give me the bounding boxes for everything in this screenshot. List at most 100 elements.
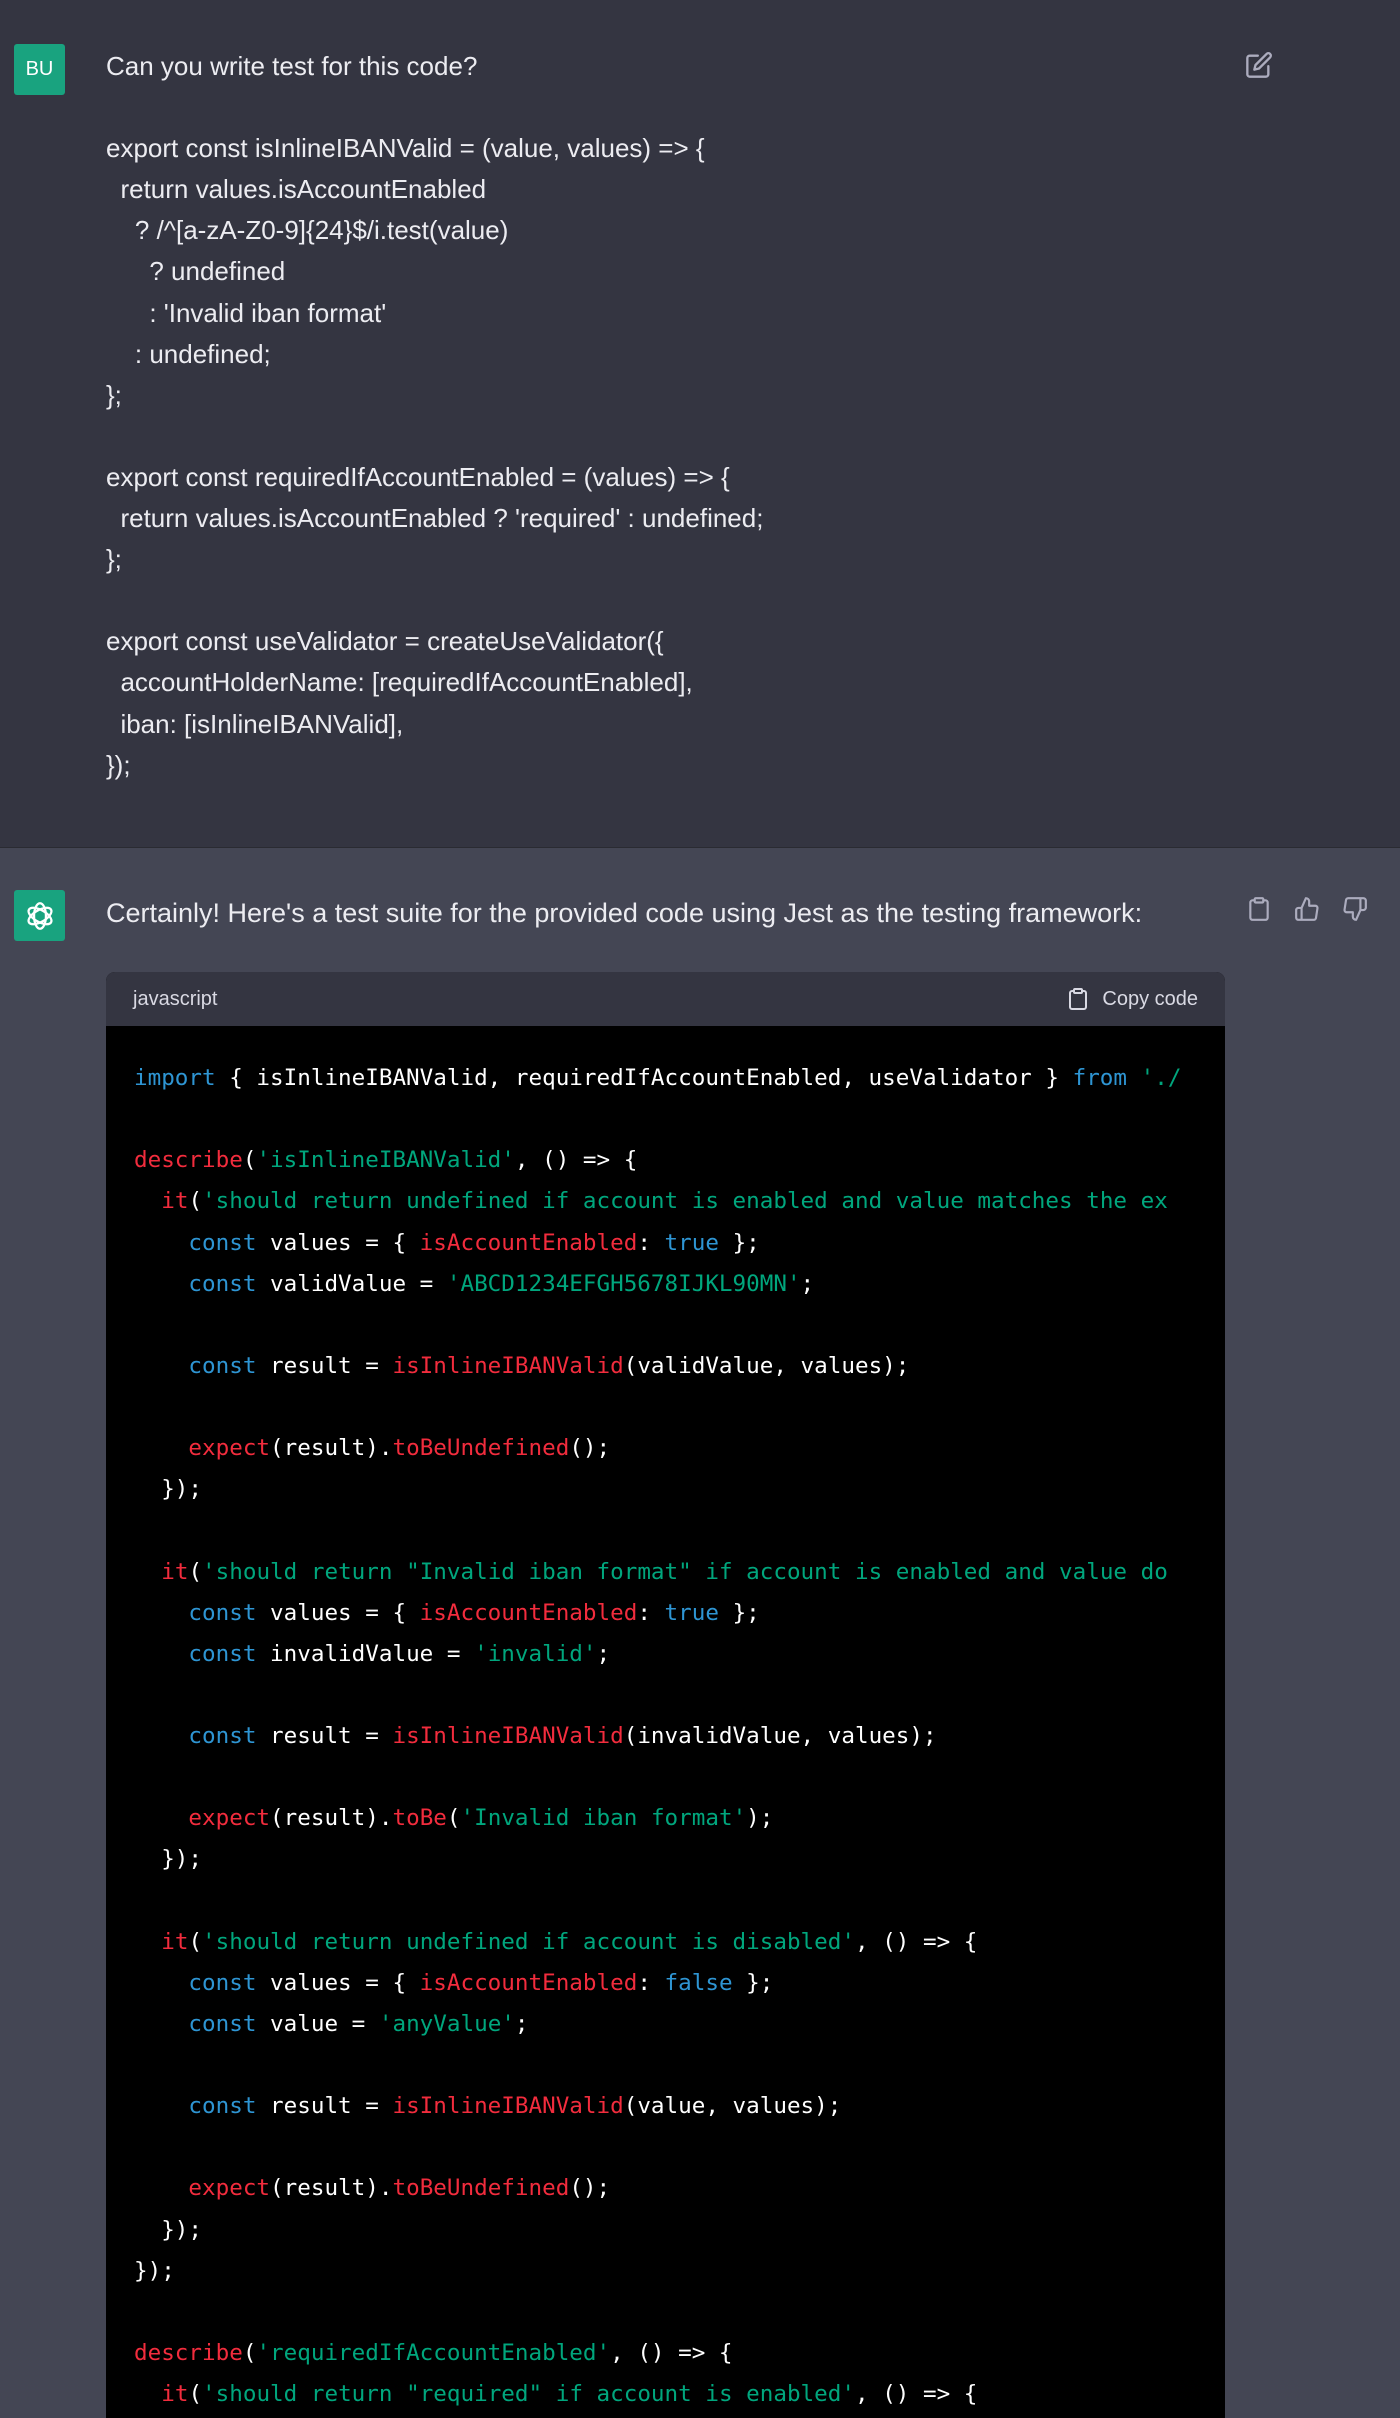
code-token: value = (256, 2010, 379, 2037)
code-line: it('should return "required" if account … (134, 2374, 1225, 2415)
user-avatar-initials: BU (25, 58, 54, 80)
code-token: values = { (256, 1599, 420, 1626)
code-token: isAccountEnabled (419, 1969, 638, 1996)
code-line: const result = isInlineIBANValid(invalid… (134, 1716, 1225, 1757)
code-token: describe (134, 1147, 243, 1174)
user-message-line: }; (106, 544, 122, 575)
code-line: }); (134, 1469, 1225, 1510)
code-line: describe('requiredIfAccountEnabled', () … (134, 2333, 1225, 2374)
copy-response-button[interactable] (1240, 890, 1278, 928)
code-token: const (188, 1229, 257, 1256)
code-line: expect(result).toBe('Invalid iban format… (134, 1798, 1225, 1839)
code-token: expect (188, 1805, 271, 1832)
code-line: }); (134, 1839, 1225, 1880)
code-token: }; (718, 1599, 760, 1626)
code-token: const (188, 1640, 257, 1667)
thumbs-up-button[interactable] (1288, 890, 1326, 928)
code-line: it('should return undefined if account i… (134, 1922, 1225, 1963)
code-token: 'should return undefined if account is e… (202, 1188, 1168, 1215)
code-block-header: javascript Copy code (106, 972, 1225, 1026)
code-token: isAccountEnabled (419, 1229, 638, 1256)
code-token: describe (134, 2339, 243, 2366)
code-token: result = (256, 2093, 393, 2120)
code-token: isInlineIBANValid (392, 2093, 624, 2120)
code-token: (value, values); (623, 2093, 842, 2120)
code-token: 'isInlineIBANValid' (256, 1147, 515, 1174)
code-line: expect(result).toBeUndefined(); (134, 2168, 1225, 2209)
user-message-line: }); (106, 749, 131, 780)
code-line: const result = isInlineIBANValid(validVa… (134, 1346, 1225, 1387)
user-message-text: Can you write test for this code? export… (106, 46, 1206, 786)
code-token: expect (188, 2175, 271, 2202)
code-token: 'ABCD1234EFGH5678IJKL90MN' (446, 1270, 801, 1297)
code-token: }); (134, 1476, 203, 1503)
user-message-line: export const useValidator = createUseVal… (106, 626, 664, 657)
code-token: : (637, 1229, 665, 1256)
code-token: it (161, 1928, 189, 1955)
code-token: values = { (256, 1229, 420, 1256)
code-token: isInlineIBANValid (392, 1352, 624, 1379)
code-line: const values = { isAccountEnabled: true … (134, 1593, 1225, 1634)
code-token: from (1072, 1065, 1128, 1091)
code-token: const (188, 2010, 257, 2037)
code-token: }; (732, 1969, 774, 1996)
code-token: 'should return "Invalid iban format" if … (202, 1558, 1168, 1585)
assistant-avatar (14, 890, 65, 941)
assistant-intro-text: Certainly! Here's a test suite for the p… (106, 898, 1143, 928)
code-token: true (664, 1229, 719, 1256)
code-line: }); (134, 2210, 1225, 2251)
code-token: ( (446, 1805, 461, 1832)
copy-code-label: Copy code (1102, 987, 1198, 1010)
code-line: expect(result).toBeUndefined(); (134, 1428, 1225, 1469)
edit-message-button[interactable] (1240, 46, 1278, 84)
code-body: import { isInlineIBANValid, requiredIfAc… (134, 1058, 1225, 2415)
code-line: const values = { isAccountEnabled: false… (134, 1963, 1225, 2004)
thumbs-up-icon (1295, 897, 1319, 921)
code-token: it (161, 1558, 189, 1585)
code-token: toBeUndefined (392, 1435, 570, 1462)
clipboard-icon (1069, 988, 1088, 1010)
code-language-label: javascript (133, 987, 218, 1010)
code-token: (result). (270, 1435, 393, 1462)
thumbs-down-button[interactable] (1336, 890, 1374, 928)
code-line: }); (134, 2251, 1225, 2292)
user-message-line (106, 87, 1206, 128)
code-token: ); (746, 1805, 774, 1832)
code-token: : (637, 1969, 665, 1996)
copy-code-button[interactable]: Copy code (1066, 987, 1198, 1011)
clipboard-icon (1249, 897, 1269, 921)
code-token: it (161, 2381, 189, 2407)
code-token: 'requiredIfAccountEnabled' (256, 2339, 611, 2366)
code-token: const (188, 1969, 257, 1996)
code-line: const values = { isAccountEnabled: true … (134, 1223, 1225, 1264)
code-token: (); (569, 2175, 611, 2202)
code-line: const value = 'anyValue'; (134, 2004, 1225, 2045)
user-message: BU Can you write test for this code? exp… (0, 0, 1400, 848)
code-token: ( (242, 2339, 257, 2366)
code-token: false (664, 1969, 733, 1996)
code-token: result = (256, 1352, 393, 1379)
code-token: (validValue, values); (623, 1352, 910, 1379)
code-token: , () => { (854, 2381, 978, 2407)
code-token: result = (256, 1723, 393, 1749)
user-message-line (106, 416, 1206, 457)
code-token: }); (134, 2216, 203, 2243)
code-line: const validValue = 'ABCD1234EFGH5678IJKL… (134, 1264, 1225, 1305)
code-token: (result). (270, 1805, 393, 1832)
code-token: 'invalid' (474, 1640, 597, 1667)
code-line: it('should return undefined if account i… (134, 1181, 1225, 1222)
